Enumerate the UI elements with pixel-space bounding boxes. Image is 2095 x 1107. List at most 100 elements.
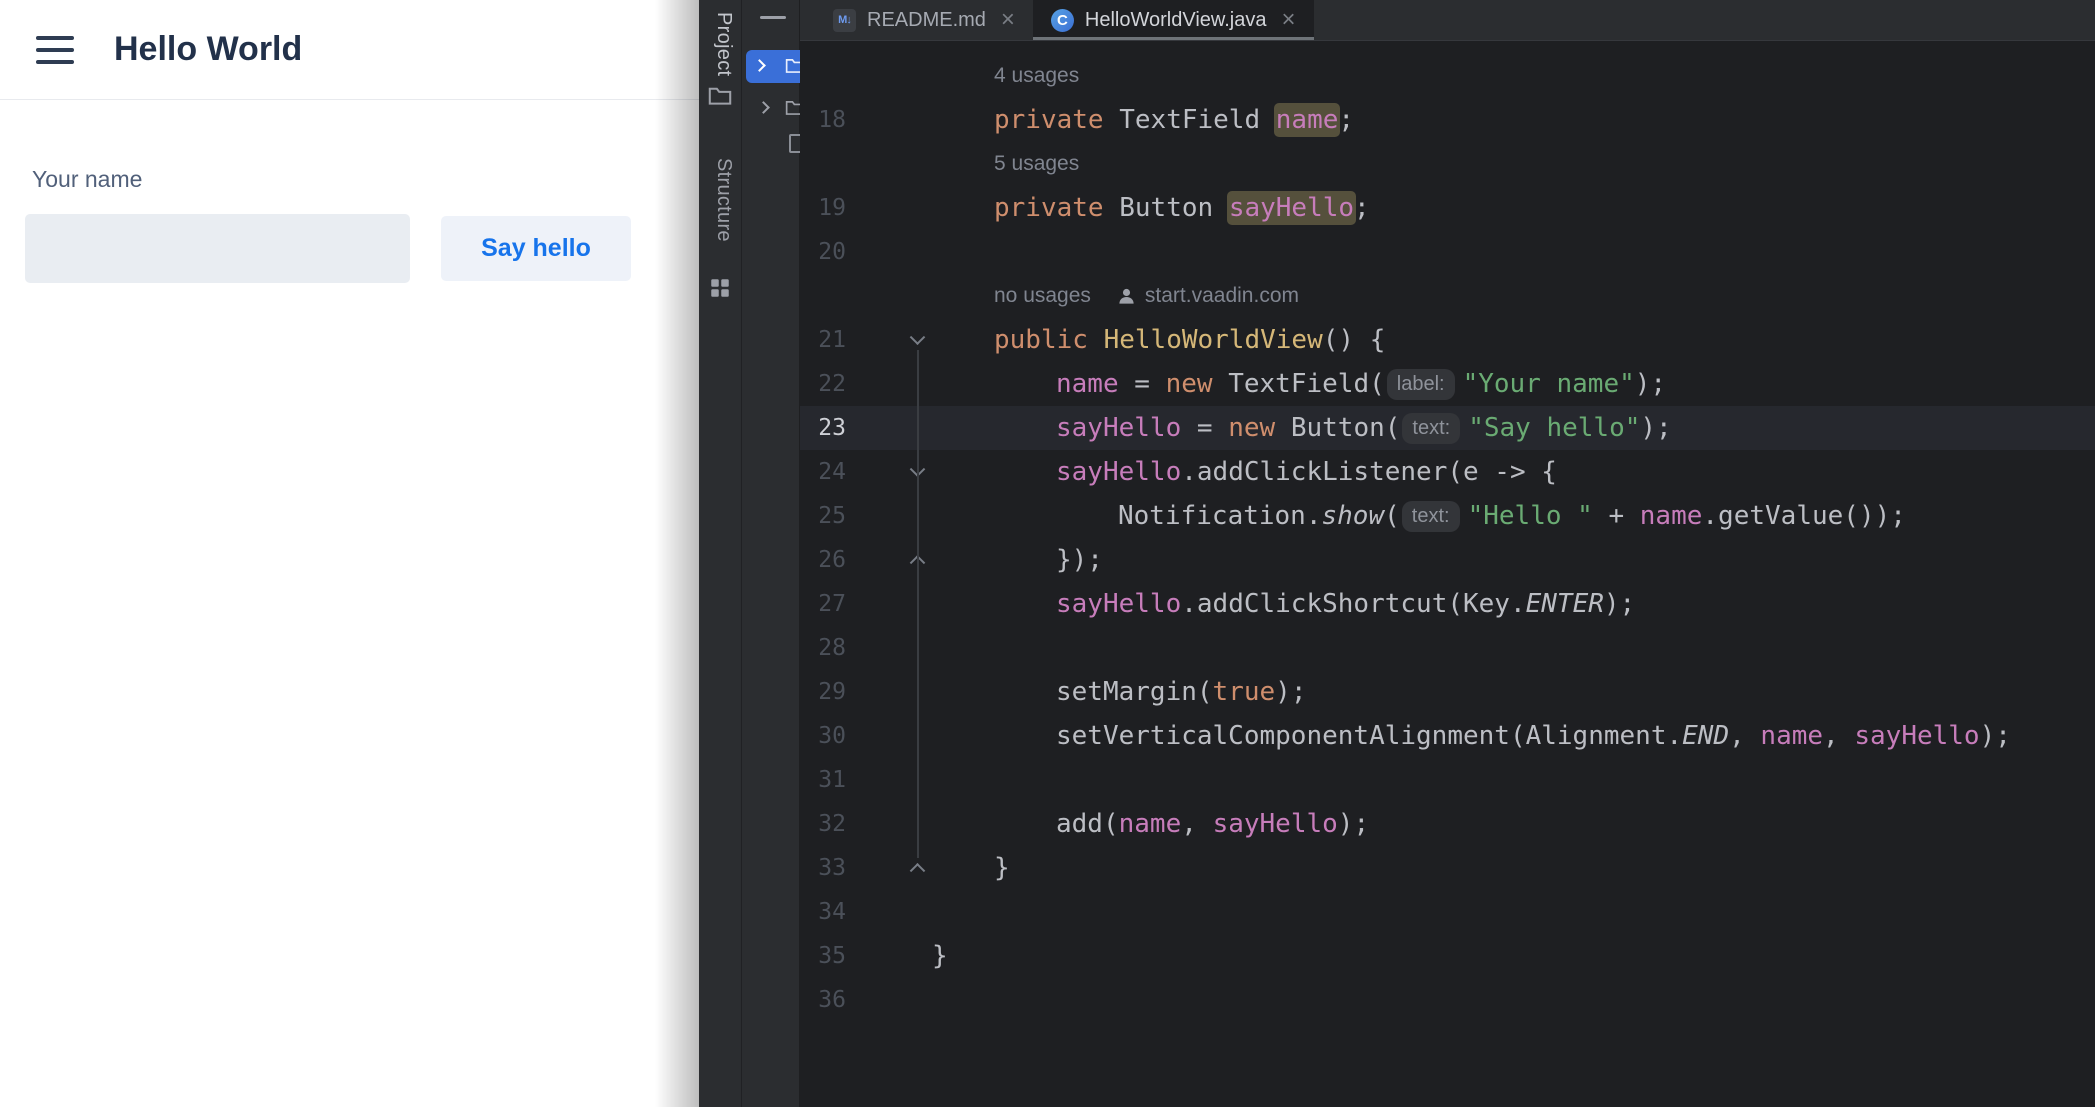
line-number[interactable]: 33: [800, 855, 846, 881]
code-line-28[interactable]: 28: [800, 626, 2095, 670]
code-token: );: [1640, 413, 1671, 443]
name-input[interactable]: [25, 214, 410, 283]
usages-annotation[interactable]: 5 usages: [994, 152, 1079, 176]
line-number[interactable]: 28: [800, 635, 846, 661]
code-line-18[interactable]: 18private TextField name;: [800, 98, 2095, 142]
tab-label: HelloWorldView.java: [1085, 9, 1267, 32]
author-icon: [1117, 287, 1136, 306]
grid-icon[interactable]: [710, 278, 730, 303]
project-tree-row[interactable]: [746, 92, 800, 125]
code-token: .getValue());: [1702, 501, 1906, 531]
fold-gutter: [846, 978, 932, 1022]
fold-gutter: [846, 494, 932, 538]
code-token: name: [1276, 105, 1339, 135]
fold-up-icon[interactable]: [910, 863, 926, 879]
close-tab-icon[interactable]: ×: [1001, 8, 1015, 32]
code-line-23[interactable]: 23sayHello = new Button(text:"Say hello"…: [800, 406, 2095, 450]
folder-icon[interactable]: [707, 84, 733, 111]
fold-down-icon[interactable]: [910, 329, 926, 345]
file-icon[interactable]: [789, 134, 800, 153]
code-line-33[interactable]: 33}: [800, 846, 2095, 890]
fold-gutter: [846, 758, 932, 802]
code-line-19[interactable]: 19private Button sayHello;: [800, 186, 2095, 230]
code-line-29[interactable]: 29setMargin(true);: [800, 670, 2095, 714]
fold-gutter: [846, 846, 932, 890]
close-tab-icon[interactable]: ×: [1282, 8, 1296, 32]
chevron-right-icon[interactable]: [753, 59, 766, 72]
code-editor[interactable]: 4 usages 18private TextField name; 5 usage…: [800, 41, 2095, 1022]
fold-up-icon[interactable]: [910, 555, 926, 571]
hide-toolwindow-icon[interactable]: [760, 16, 786, 19]
line-number[interactable]: 25: [800, 503, 846, 529]
browser-app-window: Hello World Your name Say hello: [0, 0, 699, 1107]
toolwindow-structure-button[interactable]: Structure: [713, 158, 735, 242]
toolwindow-project-button[interactable]: Project: [713, 12, 735, 76]
line-number[interactable]: 20: [800, 239, 846, 265]
code-token: );: [1635, 369, 1666, 399]
code-token: =: [1134, 369, 1165, 399]
line-number[interactable]: 36: [800, 987, 846, 1013]
usages-annotation[interactable]: 4 usages: [994, 64, 1079, 88]
code-token: sayHello: [1229, 193, 1354, 223]
code-line-27[interactable]: 27 sayHello.addClickShortcut(Key.ENTER);: [800, 582, 2095, 626]
usages-annotation-row[interactable]: 4 usages: [800, 54, 2095, 98]
code-token: sayHello: [1056, 413, 1197, 443]
code-token: Button: [1119, 193, 1229, 223]
code-line-22[interactable]: 22name = new TextField(label:"Your name"…: [800, 362, 2095, 406]
code-token: ENTER: [1526, 589, 1604, 619]
fold-gutter: [846, 626, 932, 670]
code-token: new: [1228, 413, 1291, 443]
line-number[interactable]: 24: [800, 459, 846, 485]
usages-annotation-row[interactable]: 5 usages: [800, 142, 2095, 186]
code-token: END: [1682, 721, 1729, 751]
code-line-24[interactable]: 24 sayHello.addClickListener(e -> {: [800, 450, 2095, 494]
vcs-author[interactable]: start.vaadin.com: [1145, 284, 1299, 308]
code-token: true: [1213, 677, 1276, 707]
code-line-20[interactable]: 20: [800, 230, 2095, 274]
line-number[interactable]: 32: [800, 811, 846, 837]
line-number[interactable]: 29: [800, 679, 846, 705]
line-number[interactable]: 26: [800, 547, 846, 573]
markdown-file-icon: M↓: [833, 9, 856, 32]
code-line-25[interactable]: 25Notification.show(text:"Hello " + name…: [800, 494, 2095, 538]
line-number[interactable]: 19: [800, 195, 846, 221]
menu-bar: [36, 36, 74, 40]
code-line-31[interactable]: 31: [800, 758, 2095, 802]
code-line-21[interactable]: 21public HelloWorldView() {: [800, 318, 2095, 362]
code-token: (: [1384, 501, 1400, 531]
code-token: new: [1166, 369, 1229, 399]
tab-readme[interactable]: M↓ README.md ×: [815, 0, 1033, 40]
say-hello-button[interactable]: Say hello: [441, 216, 631, 281]
line-number[interactable]: 34: [800, 899, 846, 925]
code-line-26[interactable]: 26});: [800, 538, 2095, 582]
code-token: });: [1056, 545, 1103, 575]
line-number[interactable]: 23: [800, 415, 846, 441]
code-text: sayHello.addClickShortcut(Key.ENTER);: [932, 582, 2095, 626]
tab-helloworldview-java[interactable]: C HelloWorldView.java ×: [1033, 0, 1314, 40]
chevron-right-icon[interactable]: [757, 101, 770, 114]
line-number[interactable]: 18: [800, 107, 846, 133]
code-line-30[interactable]: 30setVerticalComponentAlignment(Alignmen…: [800, 714, 2095, 758]
page-title: Hello World: [114, 30, 302, 69]
code-line-36[interactable]: 36: [800, 978, 2095, 1022]
usages-annotation-row[interactable]: no usages start.vaadin.com: [800, 274, 2095, 318]
line-number[interactable]: 35: [800, 943, 846, 969]
fold-gutter: [846, 934, 932, 978]
code-text: sayHello.addClickListener(e -> {: [932, 450, 2095, 494]
line-number[interactable]: 31: [800, 767, 846, 793]
code-line-34[interactable]: 34: [800, 890, 2095, 934]
usages-annotation[interactable]: no usages: [994, 284, 1091, 308]
line-number[interactable]: 21: [800, 327, 846, 353]
code-text: }: [932, 934, 2095, 978]
code-line-35[interactable]: 35}: [800, 934, 2095, 978]
menu-icon[interactable]: [36, 36, 74, 64]
line-number[interactable]: 27: [800, 591, 846, 617]
fold-down-icon[interactable]: [910, 461, 926, 477]
fold-gutter: [846, 670, 932, 714]
line-number[interactable]: 22: [800, 371, 846, 397]
code-line-32[interactable]: 32add(name, sayHello);: [800, 802, 2095, 846]
line-number[interactable]: 30: [800, 723, 846, 749]
code-token: +: [1593, 501, 1640, 531]
project-tree-row-selected[interactable]: [746, 50, 800, 83]
code-token: sayHello: [1056, 457, 1181, 487]
